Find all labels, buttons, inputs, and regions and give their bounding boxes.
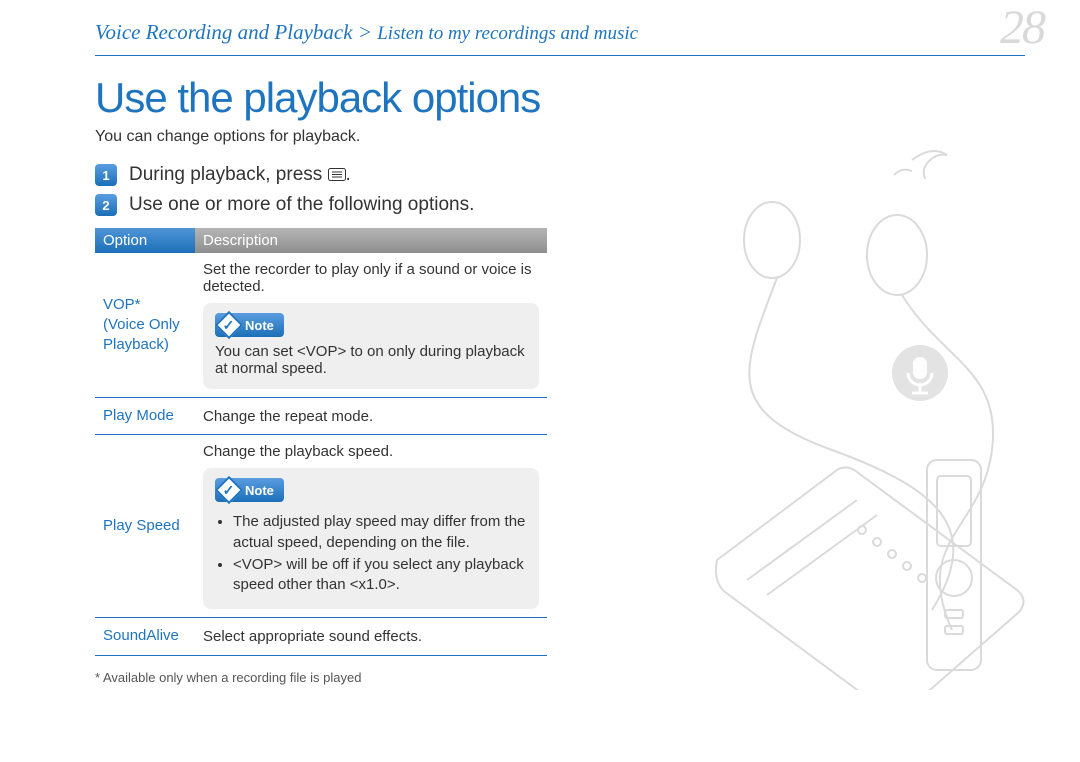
desc-play-mode: Change the repeat mode. xyxy=(195,398,547,435)
note-label: ✓ Note xyxy=(215,478,284,502)
menu-icon xyxy=(328,168,346,181)
step-1-text: During playback, press . xyxy=(129,164,351,186)
breadcrumb: Voice Recording and Playback > Listen to… xyxy=(95,20,1025,56)
step-2-text: Use one or more of the following options… xyxy=(129,194,474,216)
table-row: SoundAlive Select appropriate sound effe… xyxy=(95,618,547,655)
page-number: 28 xyxy=(1000,0,1044,55)
table-row: VOP* (Voice Only Playback) Set the recor… xyxy=(95,253,547,398)
decorative-illustration xyxy=(682,110,1052,690)
option-vop: VOP* (Voice Only Playback) xyxy=(95,253,195,398)
note-item: <VOP> will be off if you select any play… xyxy=(233,555,527,596)
desc-play-speed: Change the playback speed. ✓ Note The ad… xyxy=(195,435,547,618)
breadcrumb-sub: Listen to my recordings and music xyxy=(377,23,638,44)
note-text: You can set <VOP> to on only during play… xyxy=(215,343,527,377)
note-item: The adjusted play speed may differ from … xyxy=(233,512,527,553)
table-row: Play Mode Change the repeat mode. xyxy=(95,398,547,435)
note-icon: ✓ xyxy=(215,311,243,339)
note-list: The adjusted play speed may differ from … xyxy=(215,512,527,595)
breadcrumb-main: Voice Recording and Playback xyxy=(95,20,353,44)
desc-vop: Set the recorder to play only if a sound… xyxy=(195,253,547,398)
th-option: Option xyxy=(95,228,195,253)
desc-soundalive: Select appropriate sound effects. xyxy=(195,618,547,655)
breadcrumb-sep: > xyxy=(358,20,372,44)
note-icon: ✓ xyxy=(215,476,243,504)
options-table: Option Description VOP* (Voice Only Play… xyxy=(95,228,547,656)
option-play-speed: Play Speed xyxy=(95,435,195,618)
note-box: ✓ Note You can set <VOP> to on only duri… xyxy=(203,303,539,389)
th-description: Description xyxy=(195,228,547,253)
table-row: Play Speed Change the playback speed. ✓ … xyxy=(95,435,547,618)
note-label: ✓ Note xyxy=(215,313,284,337)
step-number-badge: 1 xyxy=(95,164,117,186)
note-box: ✓ Note The adjusted play speed may diffe… xyxy=(203,468,539,609)
option-play-mode: Play Mode xyxy=(95,398,195,435)
step-number-badge: 2 xyxy=(95,194,117,216)
option-soundalive: SoundAlive xyxy=(95,618,195,655)
